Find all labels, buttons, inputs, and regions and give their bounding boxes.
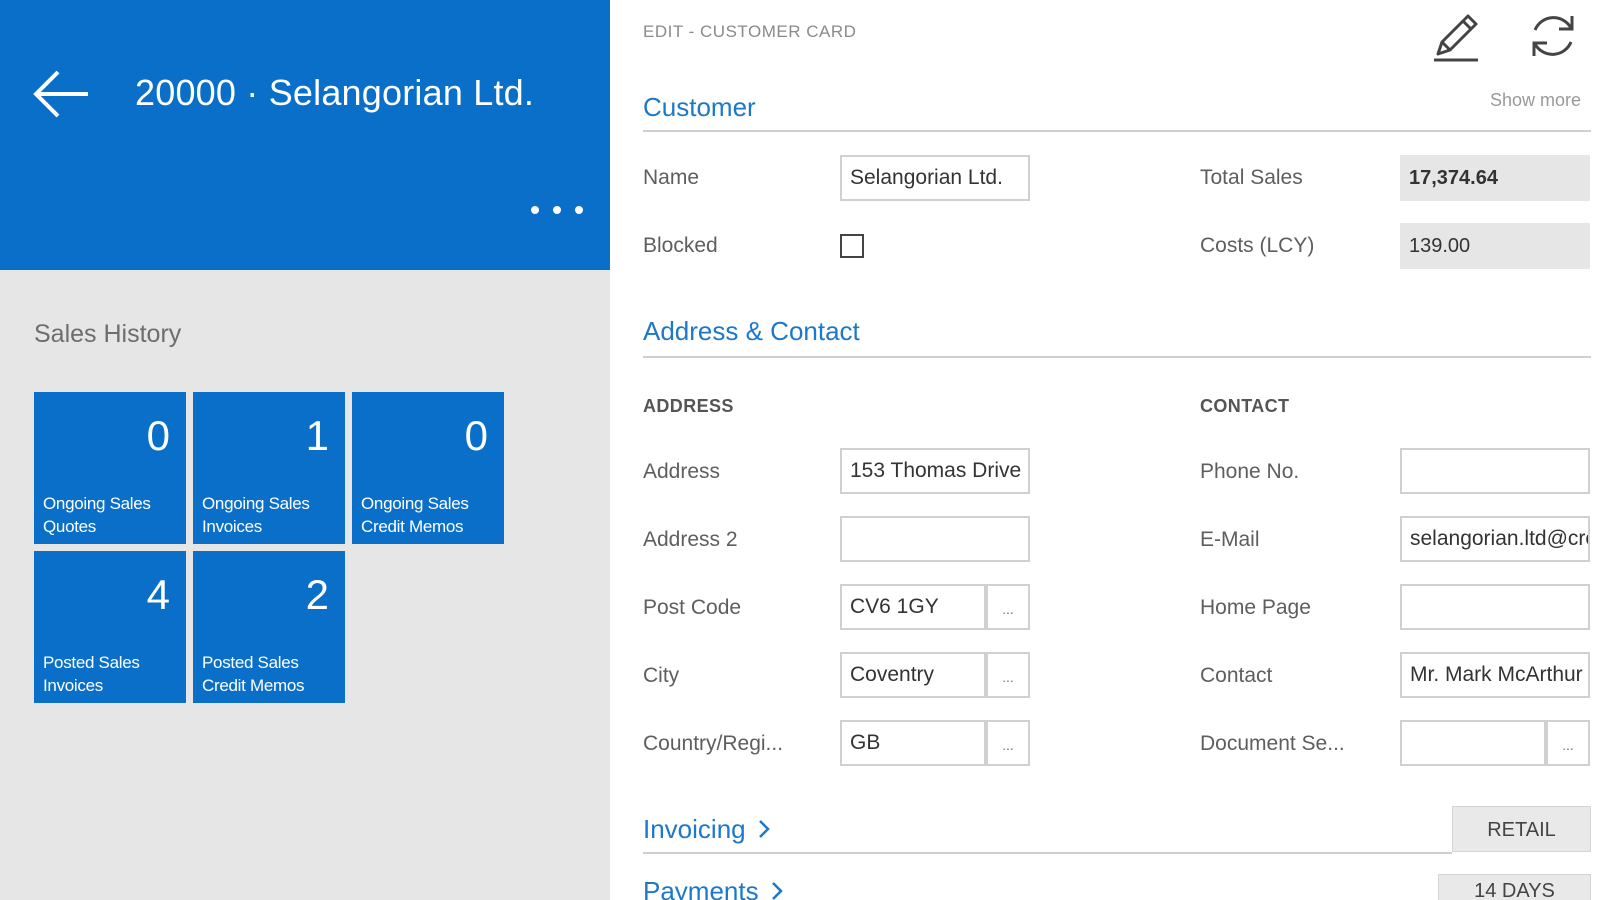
name-label: Name	[643, 166, 700, 189]
back-button[interactable]	[30, 62, 94, 126]
invoicing-summary-value[interactable]: RETAIL	[1452, 806, 1591, 852]
section-divider	[643, 356, 1591, 358]
contact-field[interactable]: Mr. Mark McArthur	[1400, 652, 1590, 698]
tile-ongoing-sales-quotes[interactable]: 0 Ongoing Sales Quotes	[34, 392, 186, 544]
tile-posted-sales-credit-memos[interactable]: 2 Posted Sales Credit Memos	[193, 551, 345, 703]
phone-label: Phone No.	[1200, 460, 1300, 483]
ellipsis-icon	[531, 206, 539, 214]
customer-card-pane: EDIT - CUSTOMER CARD Customer Show more …	[610, 0, 1623, 900]
costs-value: 139.00	[1400, 223, 1590, 269]
total-sales-label: Total Sales	[1200, 166, 1303, 189]
tile-ongoing-sales-invoices[interactable]: 1 Ongoing Sales Invoices	[193, 392, 345, 544]
country-label: Country/Regi...	[643, 732, 784, 755]
more-actions-button[interactable]	[525, 196, 595, 226]
costs-label: Costs (LCY)	[1200, 234, 1315, 257]
refresh-button[interactable]	[1525, 8, 1581, 64]
refresh-icon	[1532, 16, 1574, 56]
breadcrumb: EDIT - CUSTOMER CARD	[643, 22, 857, 41]
tile-label: Posted Sales Invoices	[43, 653, 140, 695]
email-label: E-Mail	[1200, 528, 1260, 551]
city-label: City	[643, 664, 680, 687]
address-subheader: ADDRESS	[643, 396, 734, 416]
section-address-contact-title[interactable]: Address & Contact	[643, 316, 860, 347]
tile-label: Posted Sales Credit Memos	[202, 653, 305, 695]
left-pane: 20000 · Selangorian Ltd. Sales History 0…	[0, 0, 610, 900]
edit-button[interactable]	[1428, 8, 1484, 64]
tile-count: 0	[464, 412, 488, 459]
section-payments-label: Payments	[643, 876, 759, 900]
tile-label: Ongoing Sales Credit Memos	[361, 494, 469, 536]
section-divider	[643, 130, 1591, 132]
home-page-field[interactable]	[1400, 584, 1590, 630]
city-lookup-button[interactable]: ...	[986, 652, 1030, 698]
ellipsis-icon	[553, 206, 561, 214]
home-page-label: Home Page	[1200, 596, 1311, 619]
section-invoicing-label: Invoicing	[643, 814, 746, 844]
chevron-right-icon	[771, 882, 783, 900]
section-customer-title[interactable]: Customer	[643, 92, 756, 123]
blocked-label: Blocked	[643, 234, 718, 257]
address2-label: Address 2	[643, 528, 738, 551]
country-lookup-button[interactable]: ...	[986, 720, 1030, 766]
sales-history-title: Sales History	[34, 320, 182, 348]
email-field[interactable]: selangorian.ltd@cronus-demosite.com	[1400, 516, 1590, 562]
tile-count: 1	[305, 412, 329, 459]
tile-ongoing-sales-credit-memos[interactable]: 0 Ongoing Sales Credit Memos	[352, 392, 504, 544]
tile-count: 2	[305, 571, 329, 618]
tile-label: Ongoing Sales Invoices	[202, 494, 310, 536]
post-code-lookup-button[interactable]: ...	[986, 584, 1030, 630]
chevron-right-icon	[758, 820, 770, 838]
tile-count: 0	[146, 412, 170, 459]
payments-summary-value[interactable]: 14 DAYS	[1438, 874, 1591, 900]
address-field[interactable]: 153 Thomas Drive	[840, 448, 1030, 494]
contact-subheader: CONTACT	[1200, 396, 1290, 416]
pencil-icon	[1434, 14, 1478, 62]
contact-label: Contact	[1200, 664, 1273, 687]
section-divider	[643, 852, 1452, 854]
document-sending-field[interactable]	[1400, 720, 1546, 766]
page-title: 20000 · Selangorian Ltd.	[135, 72, 535, 113]
tile-label: Ongoing Sales Quotes	[43, 494, 151, 536]
country-field[interactable]: GB	[840, 720, 986, 766]
tile-count: 4	[146, 571, 170, 618]
blocked-checkbox[interactable]	[840, 234, 864, 258]
tile-posted-sales-invoices[interactable]: 4 Posted Sales Invoices	[34, 551, 186, 703]
show-more-link[interactable]: Show more	[1490, 90, 1581, 111]
post-code-label: Post Code	[643, 596, 742, 619]
post-code-field[interactable]: CV6 1GY	[840, 584, 986, 630]
phone-field[interactable]	[1400, 448, 1590, 494]
city-field[interactable]: Coventry	[840, 652, 986, 698]
section-payments-title[interactable]: Payments	[643, 876, 784, 900]
total-sales-value: 17,374.64	[1400, 155, 1590, 201]
address-label: Address	[643, 460, 721, 483]
ellipsis-icon	[575, 206, 583, 214]
name-field[interactable]: Selangorian Ltd.	[840, 155, 1030, 201]
document-sending-lookup-button[interactable]: ...	[1546, 720, 1590, 766]
document-sending-label: Document Se...	[1200, 732, 1345, 755]
header-banner: 20000 · Selangorian Ltd.	[0, 0, 610, 270]
arrow-left-icon	[33, 70, 88, 118]
address2-field[interactable]	[840, 516, 1030, 562]
section-invoicing-title[interactable]: Invoicing	[643, 814, 771, 845]
